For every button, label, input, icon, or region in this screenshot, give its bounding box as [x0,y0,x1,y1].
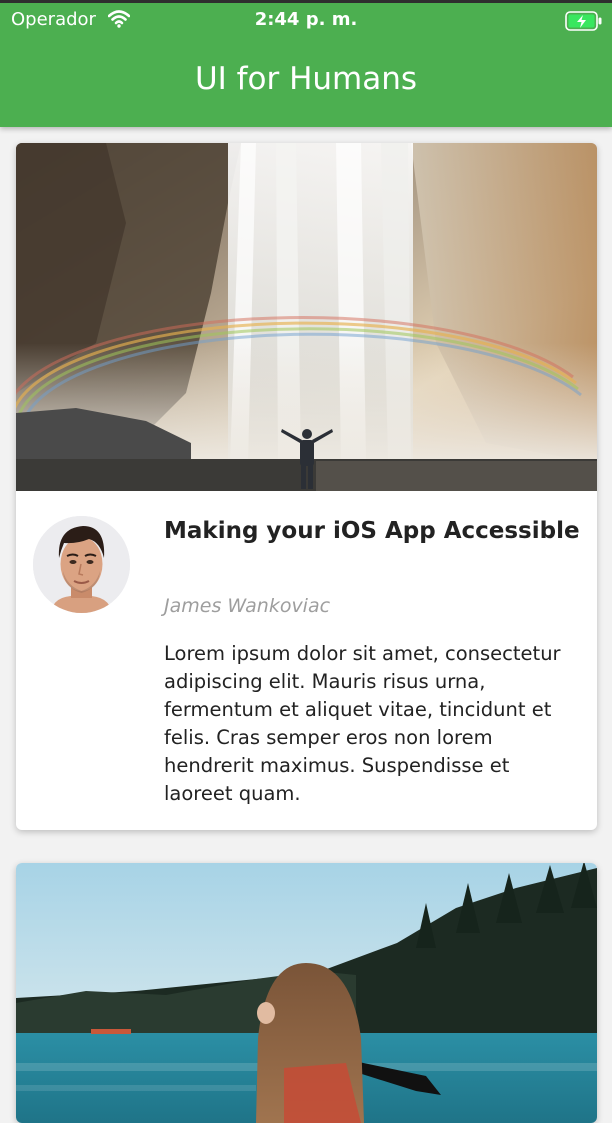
battery-charging-icon [565,11,603,35]
article-card[interactable] [16,863,597,1123]
article-title: Making your iOS App Accessible [164,518,580,544]
clock: 2:44 p. m. [254,9,358,30]
app-bar: Operador 2:44 p. m. UI for Humans [0,0,612,127]
article-excerpt: Lorem ipsum dolor sit amet, consectetur … [164,642,561,805]
waterfall-rainbow-photo [16,143,597,491]
lake-kayak-photo [16,863,597,1123]
article-author: James Wankoviac [164,595,331,617]
status-bar: Operador 2:44 p. m. [0,3,612,39]
page-title: UI for Humans [194,61,418,97]
article-card[interactable]: Making your iOS App Accessible James Wan… [16,143,597,830]
author-avatar-photo [33,516,130,613]
